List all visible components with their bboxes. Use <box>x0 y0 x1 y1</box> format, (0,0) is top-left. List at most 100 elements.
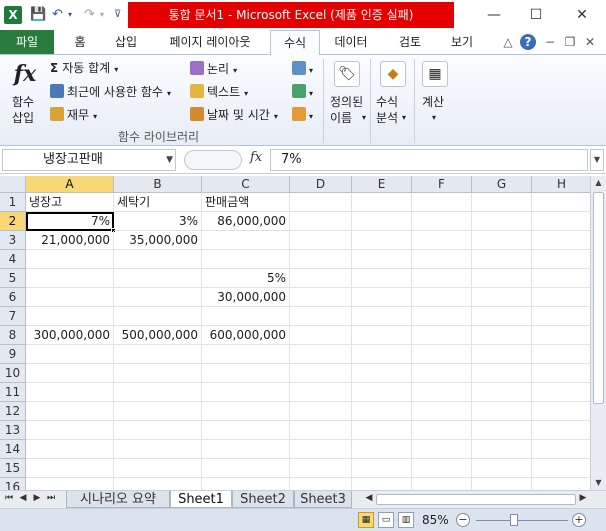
cell-h6[interactable] <box>532 288 590 307</box>
cell-g10[interactable] <box>472 364 532 383</box>
datetime-button[interactable]: 날짜 및 시간 ▾ <box>190 107 278 124</box>
cell-d16[interactable] <box>290 478 352 490</box>
horizontal-scrollbar[interactable]: ◀ ▶ <box>364 493 590 507</box>
cell-a1[interactable]: 냉장고 <box>26 193 114 212</box>
cell-f14[interactable] <box>412 440 472 459</box>
cell-c15[interactable] <box>202 459 290 478</box>
undo-dropdown-icon[interactable]: ▾ <box>68 7 72 23</box>
cell-a3[interactable]: 21,000,000 <box>26 231 114 250</box>
column-header-b[interactable]: B <box>114 176 202 193</box>
cell-c16[interactable] <box>202 478 290 490</box>
sheet-tab-sheet3[interactable]: Sheet3 <box>294 491 352 508</box>
cell-f5[interactable] <box>412 269 472 288</box>
cell-b7[interactable] <box>114 307 202 326</box>
autosum-button[interactable]: Σ 자동 합계 ▾ <box>50 61 118 77</box>
cell-d12[interactable] <box>290 402 352 421</box>
scroll-left-icon[interactable]: ◀ <box>364 493 374 503</box>
cell-g2[interactable] <box>472 212 532 231</box>
scroll-right-icon[interactable]: ▶ <box>578 493 588 503</box>
row-header-15[interactable]: 15 <box>0 459 26 478</box>
next-sheet-icon[interactable]: ▶ <box>32 493 42 503</box>
lookup-reference-button[interactable]: ▾ <box>292 61 313 78</box>
cell-f15[interactable] <box>412 459 472 478</box>
ribbon-collapse-icon[interactable]: △ <box>500 34 516 50</box>
cell-d9[interactable] <box>290 345 352 364</box>
row-header-10[interactable]: 10 <box>0 364 26 383</box>
horizontal-scroll-thumb[interactable] <box>376 494 576 505</box>
cell-a4[interactable] <box>26 250 114 269</box>
defined-names-label-1[interactable]: 정의된 <box>330 95 363 109</box>
cell-b4[interactable] <box>114 250 202 269</box>
cell-a5[interactable] <box>26 269 114 288</box>
tab-file[interactable]: 파일 <box>0 30 54 54</box>
cell-f3[interactable] <box>412 231 472 250</box>
formula-auditing-icon[interactable]: ◆ <box>380 61 406 87</box>
cell-g15[interactable] <box>472 459 532 478</box>
chevron-down-icon[interactable]: ▾ <box>432 111 436 125</box>
cell-d13[interactable] <box>290 421 352 440</box>
cell-c1[interactable]: 판매금액 <box>202 193 290 212</box>
cell-e6[interactable] <box>352 288 412 307</box>
cell-c6[interactable]: 30,000,000 <box>202 288 290 307</box>
name-manager-icon[interactable]: 🏷 <box>334 61 360 87</box>
close-button[interactable]: ✕ <box>568 4 596 26</box>
cell-d11[interactable] <box>290 383 352 402</box>
cell-c8[interactable]: 600,000,000 <box>202 326 290 345</box>
cell-e8[interactable] <box>352 326 412 345</box>
cell-g8[interactable] <box>472 326 532 345</box>
cell-g4[interactable] <box>472 250 532 269</box>
cell-a15[interactable] <box>26 459 114 478</box>
logical-button[interactable]: 논리 ▾ <box>190 61 237 78</box>
cell-c13[interactable] <box>202 421 290 440</box>
scroll-down-icon[interactable]: ▼ <box>591 476 606 490</box>
calculation-label[interactable]: 계산 <box>422 95 444 109</box>
cell-b9[interactable] <box>114 345 202 364</box>
cell-h16[interactable] <box>532 478 590 490</box>
formula-auditing-label-1[interactable]: 수식 <box>376 95 398 109</box>
tab-home[interactable]: 홈 <box>64 30 96 54</box>
cell-g12[interactable] <box>472 402 532 421</box>
worksheet-grid[interactable]: A B C D E F G H 1 냉장고 세탁기 판매금액 2 7% 3% 86,000,000 3 21,00… <box>0 176 590 490</box>
row-header-7[interactable]: 7 <box>0 307 26 326</box>
cell-h4[interactable] <box>532 250 590 269</box>
cell-h11[interactable] <box>532 383 590 402</box>
insert-function-label-2[interactable]: 삽입 <box>12 111 34 125</box>
cell-e7[interactable] <box>352 307 412 326</box>
cell-c2[interactable]: 86,000,000 <box>202 212 290 231</box>
row-header-9[interactable]: 9 <box>0 345 26 364</box>
cell-d5[interactable] <box>290 269 352 288</box>
cell-h1[interactable] <box>532 193 590 212</box>
redo-icon[interactable]: ↷ <box>84 7 95 23</box>
cell-b5[interactable] <box>114 269 202 288</box>
cell-f10[interactable] <box>412 364 472 383</box>
cell-e16[interactable] <box>352 478 412 490</box>
function-insert-icon[interactable]: fx <box>10 61 40 87</box>
sheet-tab-sheet2[interactable]: Sheet2 <box>232 491 294 508</box>
cell-a16[interactable] <box>26 478 114 490</box>
last-sheet-icon[interactable]: ⏭ <box>46 493 56 503</box>
cell-h15[interactable] <box>532 459 590 478</box>
cell-h7[interactable] <box>532 307 590 326</box>
cell-e1[interactable] <box>352 193 412 212</box>
cell-e9[interactable] <box>352 345 412 364</box>
workbook-restore-icon[interactable]: ❐ <box>562 34 578 50</box>
cell-b15[interactable] <box>114 459 202 478</box>
row-header-11[interactable]: 11 <box>0 383 26 402</box>
cell-c11[interactable] <box>202 383 290 402</box>
row-header-6[interactable]: 6 <box>0 288 26 307</box>
cell-g7[interactable] <box>472 307 532 326</box>
cell-b12[interactable] <box>114 402 202 421</box>
cell-f9[interactable] <box>412 345 472 364</box>
zoom-out-button[interactable]: − <box>456 513 470 527</box>
more-functions-button[interactable]: ▾ <box>292 107 313 124</box>
minimize-button[interactable]: — <box>480 4 508 26</box>
cell-f8[interactable] <box>412 326 472 345</box>
cell-g14[interactable] <box>472 440 532 459</box>
row-header-16[interactable]: 16 <box>0 478 26 490</box>
normal-view-icon[interactable]: ▦ <box>358 512 374 528</box>
formula-bar-oval[interactable] <box>184 150 242 170</box>
cell-h3[interactable] <box>532 231 590 250</box>
cell-f12[interactable] <box>412 402 472 421</box>
tab-review[interactable]: 검토 <box>390 30 430 54</box>
name-box[interactable]: 냉장고판매 ▼ <box>2 149 176 171</box>
